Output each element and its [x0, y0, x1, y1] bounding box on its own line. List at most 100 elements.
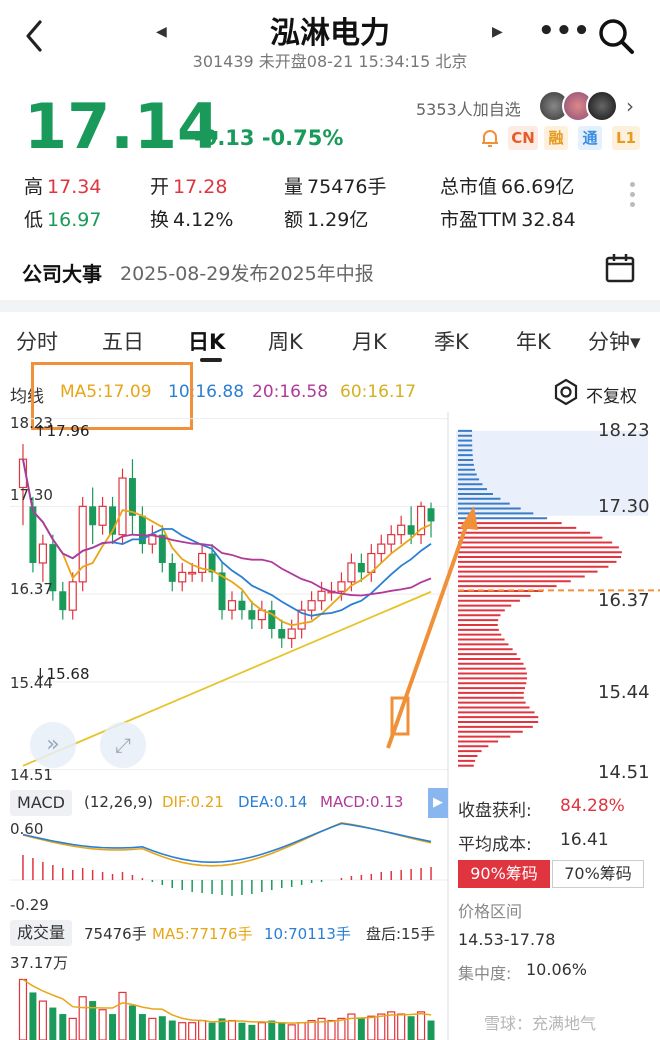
kline-chart[interactable] — [0, 410, 660, 1040]
volume-bar — [227, 1019, 237, 1040]
chip-range-value: 14.53-17.78 — [458, 930, 556, 949]
candle-body — [377, 543, 386, 555]
chip-price-label: 16.37 — [598, 590, 650, 611]
stat-value: 75476手 — [307, 176, 387, 198]
macd-label[interactable]: MACD — [10, 790, 72, 816]
tab-intraday[interactable]: 分时 — [16, 326, 58, 356]
watchers-count[interactable]: 5353人加自选 — [416, 96, 521, 120]
stat-value: 17.28 — [173, 176, 228, 198]
volume-ma5: MA5:77176手 — [152, 925, 253, 943]
candle-body — [278, 629, 286, 639]
dif-line — [22, 821, 432, 867]
stock-code-status: 301439 未开盘08-21 15:34:15 北京 — [192, 52, 468, 71]
play-icon[interactable]: ▶ — [428, 788, 448, 818]
stat-label: 额 — [284, 209, 304, 231]
badge-connect: 通 — [578, 126, 602, 150]
fullscreen-icon[interactable]: ⤢ — [100, 722, 146, 768]
bell-icon[interactable] — [478, 126, 502, 150]
volume-label[interactable]: 成交量 — [10, 920, 72, 946]
stat-label: 开 — [150, 176, 170, 198]
badge-cn: CN — [508, 126, 538, 150]
candle-body — [227, 600, 237, 611]
volume-bar — [377, 1013, 386, 1040]
chip-range-label: 价格区间 — [458, 902, 523, 921]
volume-after-hours: 盘后:15手 — [366, 925, 436, 943]
volume-bar — [49, 1007, 57, 1040]
company-event-text[interactable]: 2025-08-29发布2025年中报 — [120, 259, 374, 286]
candle-body — [178, 571, 187, 583]
candle-body — [337, 581, 346, 592]
tab-five-day[interactable]: 五日 — [102, 326, 144, 356]
volume-bar — [128, 1005, 136, 1040]
stat-amount: 额 1.29亿 — [284, 205, 368, 232]
stat-high: 高 17.34 — [24, 172, 101, 199]
active-tab-indicator — [200, 358, 222, 362]
tab-minute[interactable]: 分钟▾ — [588, 326, 641, 356]
tab-weekly-k[interactable]: 周K — [268, 326, 303, 356]
scroll-forward-icon[interactable]: » — [30, 722, 76, 768]
chip-tab-70[interactable]: 70%筹码 — [552, 860, 644, 888]
volume-bar — [287, 1024, 296, 1040]
volume-bar — [138, 1014, 146, 1040]
stat-turnover: 换 4.12% — [150, 205, 233, 232]
candle-body — [427, 508, 435, 522]
y-axis-label: 17.30 — [10, 486, 53, 504]
volume-bar — [268, 1020, 276, 1040]
candle-body — [357, 562, 365, 573]
candle-body — [98, 505, 107, 526]
company-events-label[interactable]: 公司大事 — [22, 258, 102, 287]
chip-conc-value: 10.06% — [526, 960, 588, 979]
volume-bar — [148, 1017, 157, 1040]
search-icon[interactable] — [596, 16, 636, 56]
stat-label: 高 — [24, 176, 44, 198]
macd-y-bottom: -0.29 — [10, 896, 49, 914]
stat-low: 低 16.97 — [24, 205, 101, 232]
expand-stats-icon[interactable] — [630, 182, 636, 207]
stat-pe: 市盈TTM 32.84 — [440, 205, 576, 232]
calendar-icon[interactable] — [604, 252, 636, 284]
candle-body — [238, 600, 246, 611]
volume-y-top: 37.17万 — [10, 954, 68, 972]
ma20-value: 20:16.58 — [252, 382, 329, 402]
chip-price-label: 17.30 — [598, 496, 650, 517]
volume-bar — [337, 1017, 346, 1040]
chip-avg-value: 16.41 — [560, 830, 609, 850]
volume-bar — [208, 1022, 216, 1040]
chevron-right-icon[interactable]: › — [626, 94, 634, 118]
dea-line — [22, 822, 432, 864]
volume-bar — [168, 1020, 176, 1040]
candle-body — [118, 477, 127, 536]
stat-value: 4.12% — [173, 209, 234, 231]
badge-l1: L1 — [612, 126, 640, 150]
candle-body — [347, 562, 356, 583]
volume-bar — [387, 1011, 396, 1040]
current-price: 17.14 — [24, 90, 221, 163]
annotation-arrow — [386, 514, 472, 749]
more-icon[interactable]: ••• — [538, 16, 591, 46]
tab-monthly-k[interactable]: 月K — [352, 326, 387, 356]
stat-volume: 量 75476手 — [284, 172, 386, 199]
tab-yearly-k[interactable]: 年K — [516, 326, 551, 356]
tab-daily-k[interactable]: 日K — [188, 326, 225, 356]
y-axis-label: 16.37 — [10, 580, 53, 598]
volume-bar — [118, 991, 127, 1040]
next-stock-icon[interactable]: ▶ — [492, 24, 503, 40]
chip-tab-90[interactable]: 90%筹码 — [458, 860, 550, 888]
volume-bar — [18, 978, 28, 1040]
volume-bar — [367, 1015, 376, 1040]
volume-bar — [109, 1014, 117, 1040]
volume-bar — [357, 1018, 365, 1040]
candle-body — [59, 591, 67, 611]
volume-bar — [188, 1022, 197, 1040]
stat-label: 总市值 — [440, 176, 498, 198]
stat-label: 量 — [284, 176, 304, 198]
settings-icon[interactable] — [552, 378, 580, 406]
macd-dif: DIF:0.21 — [162, 793, 224, 811]
volume-bar — [416, 1011, 426, 1040]
volume-bar — [248, 1024, 256, 1040]
adjust-mode-label[interactable]: 不复权 — [586, 382, 637, 407]
stat-label: 低 — [24, 209, 44, 231]
tab-quarterly-k[interactable]: 季K — [434, 326, 469, 356]
candle-body — [387, 534, 396, 545]
volume-bar — [59, 1014, 67, 1040]
